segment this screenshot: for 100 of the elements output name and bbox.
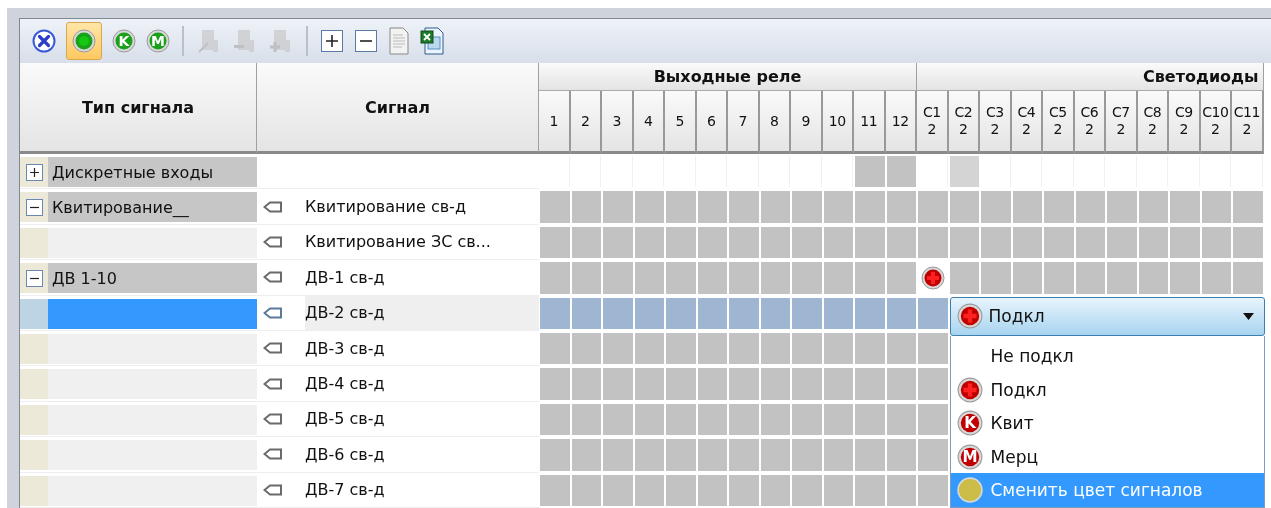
matrix-cell[interactable] bbox=[1107, 191, 1137, 223]
menu-item[interactable]: Подкл bbox=[950, 372, 1264, 407]
expand-icon[interactable] bbox=[25, 163, 43, 181]
matrix-cell[interactable] bbox=[1138, 226, 1168, 259]
matrix-cell[interactable] bbox=[729, 191, 759, 223]
matrix-cell[interactable] bbox=[792, 403, 822, 436]
matrix-cell[interactable] bbox=[697, 262, 727, 294]
matrix-cell[interactable] bbox=[760, 474, 790, 506]
matrix-cell[interactable] bbox=[886, 332, 916, 365]
matrix-cell[interactable] bbox=[918, 226, 948, 259]
matrix-cell[interactable] bbox=[886, 156, 916, 188]
matrix-cell[interactable] bbox=[1044, 191, 1074, 223]
matrix-cell[interactable] bbox=[540, 332, 570, 365]
column-header[interactable]: 3 bbox=[602, 91, 634, 154]
matrix-cell[interactable] bbox=[1044, 262, 1074, 294]
matrix-cell[interactable] bbox=[760, 262, 790, 294]
matrix-cell[interactable] bbox=[540, 262, 570, 294]
signal-name[interactable]: ДВ-2 св-д bbox=[305, 295, 539, 330]
matrix-cell[interactable] bbox=[603, 262, 633, 294]
matrix-cell[interactable] bbox=[603, 403, 633, 436]
column-header[interactable]: 2 bbox=[1053, 121, 1062, 138]
matrix-cell[interactable] bbox=[823, 262, 853, 294]
matrix-cell[interactable] bbox=[571, 191, 601, 223]
column-header[interactable]: C8 bbox=[1143, 104, 1162, 121]
matrix-cell[interactable] bbox=[1233, 226, 1263, 259]
tree-cell[interactable] bbox=[48, 475, 257, 506]
matrix-cell[interactable] bbox=[729, 474, 759, 506]
matrix-cell[interactable] bbox=[855, 403, 885, 436]
matrix-cell[interactable] bbox=[697, 297, 727, 329]
matrix-cell[interactable] bbox=[666, 262, 696, 294]
matrix-cell[interactable] bbox=[918, 474, 948, 506]
matrix-cell[interactable] bbox=[634, 439, 664, 471]
matrix-cell[interactable] bbox=[1012, 226, 1042, 259]
matrix-cell[interactable] bbox=[823, 226, 853, 259]
matrix-cell[interactable] bbox=[571, 474, 601, 506]
column-header[interactable]: 2 bbox=[1148, 121, 1157, 138]
row-header[interactable] bbox=[20, 263, 48, 294]
matrix-cell[interactable] bbox=[603, 474, 633, 506]
matrix-cell[interactable] bbox=[634, 226, 664, 259]
matrix-cell[interactable] bbox=[540, 226, 570, 259]
matrix-cell[interactable] bbox=[1012, 262, 1042, 294]
matrix-cell[interactable] bbox=[760, 226, 790, 259]
matrix-cell[interactable] bbox=[540, 439, 570, 471]
matrix-cell[interactable] bbox=[792, 368, 822, 400]
matrix-cell[interactable] bbox=[1201, 191, 1231, 223]
matrix-cell[interactable] bbox=[571, 439, 601, 471]
matrix-cell[interactable] bbox=[634, 403, 664, 436]
column-header[interactable]: C10 bbox=[1202, 104, 1229, 121]
matrix-cell[interactable] bbox=[634, 474, 664, 506]
column-header[interactable]: 11 bbox=[854, 91, 886, 154]
matrix-cell[interactable] bbox=[634, 262, 664, 294]
plus-badge-icon[interactable] bbox=[920, 265, 945, 290]
matrix-cell[interactable] bbox=[855, 332, 885, 365]
matrix-cell[interactable] bbox=[634, 191, 664, 223]
matrix-cell[interactable] bbox=[571, 368, 601, 400]
menu-item[interactable]: Не подкл bbox=[950, 339, 1264, 373]
tree-cell[interactable] bbox=[48, 227, 257, 258]
matrix-cell[interactable] bbox=[981, 226, 1011, 259]
matrix-cell[interactable] bbox=[949, 191, 979, 223]
tree-cell[interactable] bbox=[48, 369, 257, 400]
matrix-cell[interactable] bbox=[886, 226, 916, 259]
matrix-cell[interactable] bbox=[823, 439, 853, 471]
matrix-cell[interactable] bbox=[729, 332, 759, 365]
matrix-cell[interactable] bbox=[603, 191, 633, 223]
matrix-cell[interactable] bbox=[666, 226, 696, 259]
tree-cell[interactable]: ДВ 1-10 bbox=[48, 263, 257, 294]
matrix-cell[interactable] bbox=[1075, 262, 1105, 294]
matrix-cell[interactable] bbox=[1170, 191, 1200, 223]
collapse-icon[interactable] bbox=[25, 269, 43, 287]
matrix-cell[interactable] bbox=[1170, 262, 1200, 294]
matrix-cell[interactable] bbox=[855, 368, 885, 400]
matrix-cell[interactable] bbox=[729, 226, 759, 259]
column-header[interactable]: 2 bbox=[570, 91, 602, 154]
matrix-cell[interactable] bbox=[886, 191, 916, 223]
menu-item[interactable]: K Квит bbox=[950, 406, 1264, 440]
matrix-cell[interactable] bbox=[729, 403, 759, 436]
matrix-cell[interactable] bbox=[886, 262, 916, 294]
matrix-cell[interactable] bbox=[886, 368, 916, 400]
signal-name[interactable]: ДВ-1 св-д bbox=[305, 260, 539, 295]
signal-name[interactable]: ДВ-5 св-д bbox=[305, 401, 539, 437]
row-header[interactable] bbox=[20, 157, 48, 187]
matrix-cell[interactable] bbox=[603, 368, 633, 400]
matrix-cell[interactable] bbox=[1075, 226, 1105, 259]
column-header[interactable]: 2 bbox=[927, 121, 936, 138]
matrix-cell[interactable] bbox=[1107, 262, 1137, 294]
column-header[interactable]: 4 bbox=[633, 91, 665, 154]
matrix-cell[interactable] bbox=[949, 156, 979, 188]
expand-all-icon[interactable] bbox=[320, 29, 344, 53]
matrix-cell[interactable] bbox=[949, 226, 979, 259]
matrix-cell[interactable] bbox=[666, 368, 696, 400]
signal-name[interactable]: ДВ-6 св-д bbox=[305, 437, 539, 472]
matrix-cell[interactable] bbox=[760, 368, 790, 400]
matrix-cell[interactable] bbox=[1233, 262, 1263, 294]
column-header[interactable]: 2 bbox=[1211, 121, 1220, 138]
collapse-icon[interactable] bbox=[25, 198, 43, 216]
menu-item[interactable]: M Мерц bbox=[950, 439, 1264, 474]
column-header[interactable]: Тип сигнала bbox=[20, 63, 257, 154]
matrix-cell[interactable] bbox=[634, 332, 664, 365]
matrix-cell[interactable] bbox=[792, 332, 822, 365]
spreadsheet-icon[interactable] bbox=[420, 27, 444, 55]
